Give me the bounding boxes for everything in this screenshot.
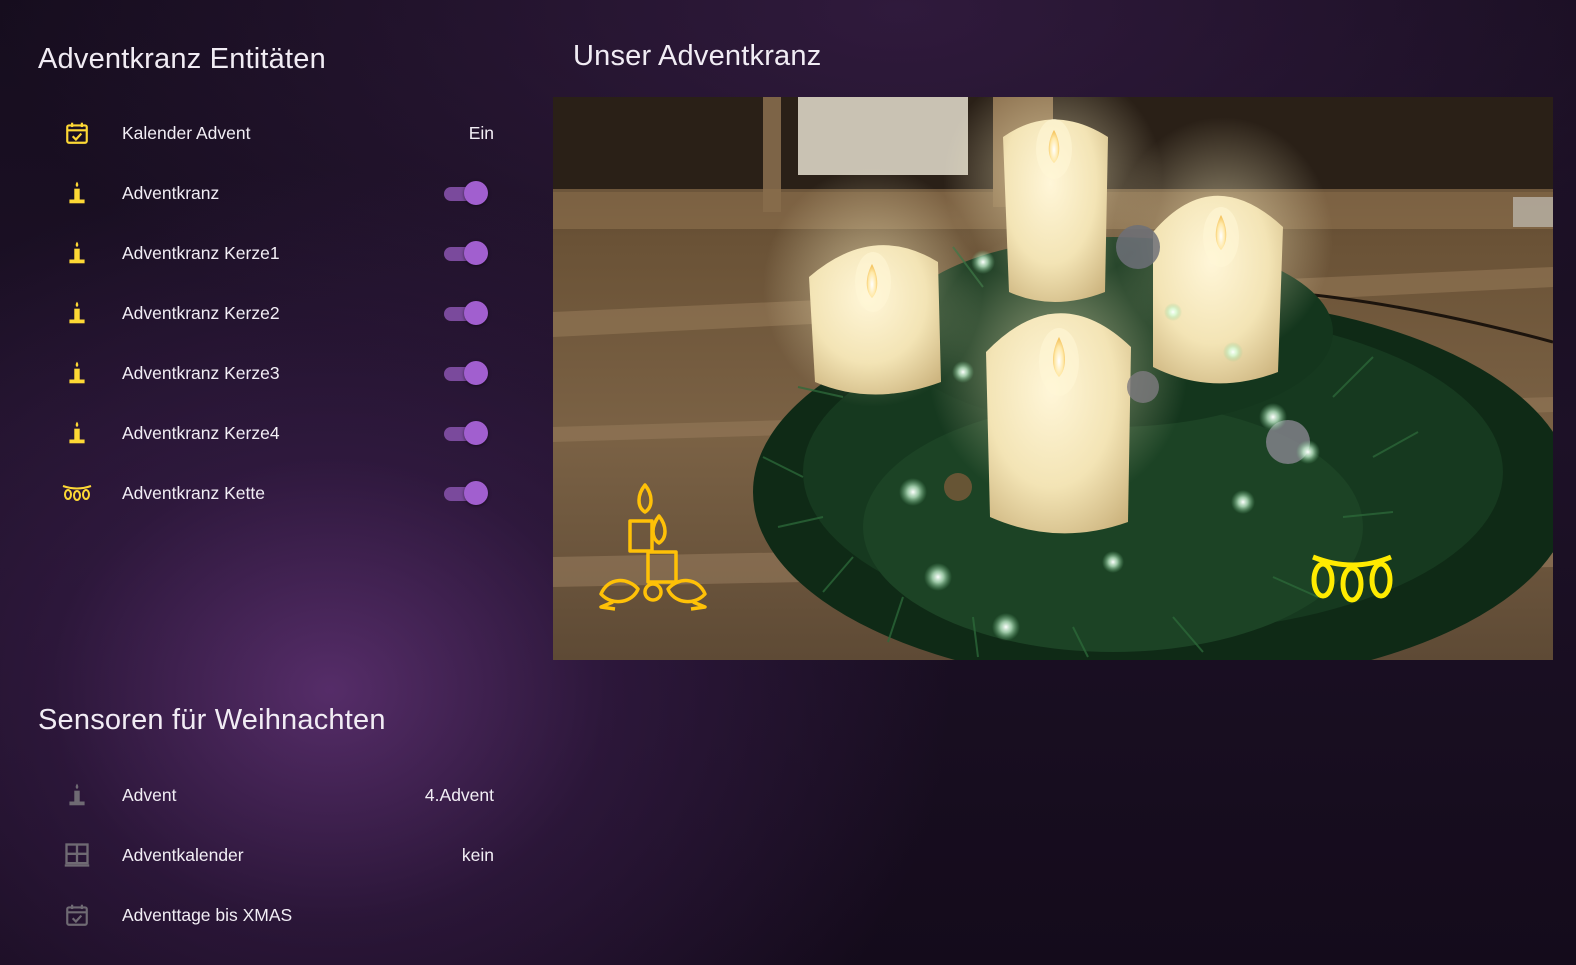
- sensor-state: kein: [461, 844, 494, 865]
- advent-wreath-picture[interactable]: [553, 97, 1553, 660]
- sensors-card-title: Sensoren für Weihnachten: [38, 704, 386, 736]
- kerze4-toggle[interactable]: [442, 421, 488, 445]
- entities-card-title: Adventkranz Entitäten: [38, 43, 326, 75]
- entity-row-kerze3[interactable]: Adventkranz Kerze3: [54, 343, 504, 403]
- entity-row-kerze4[interactable]: Adventkranz Kerze4: [54, 403, 504, 463]
- sensor-row-advent[interactable]: Advent 4.Advent: [54, 765, 504, 825]
- kerze2-toggle[interactable]: [442, 301, 488, 325]
- candle-icon: [54, 358, 100, 388]
- entity-row-kerze2[interactable]: Adventkranz Kerze2: [54, 283, 504, 343]
- sensors-list: Advent 4.Advent Adventkalender kein Adve…: [54, 765, 504, 945]
- sensor-row-adventkalender[interactable]: Adventkalender kein: [54, 825, 504, 885]
- sensor-name: Adventtage bis XMAS: [122, 904, 293, 925]
- string-lights-icon: [54, 478, 100, 508]
- sensor-name: Advent: [122, 784, 177, 805]
- sensor-row-adventtage[interactable]: Adventtage bis XMAS: [54, 885, 504, 945]
- sensor-name: Adventkalender: [122, 844, 244, 865]
- candle-icon: [54, 178, 100, 208]
- entities-list: Kalender Advent Ein Adventkranz Adventkr…: [54, 103, 504, 523]
- picture-card-title: Unser Adventkranz: [573, 40, 822, 72]
- entity-name: Adventkranz Kerze3: [122, 362, 280, 383]
- entity-row-kette[interactable]: Adventkranz Kette: [54, 463, 504, 523]
- entity-name: Adventkranz Kerze2: [122, 302, 280, 323]
- window-grid-icon: [54, 840, 100, 870]
- entity-name: Adventkranz: [122, 182, 220, 203]
- sensor-state: 4.Advent: [424, 784, 494, 805]
- candle-icon: [54, 298, 100, 328]
- candle-icon: [54, 238, 100, 268]
- entity-row-kerze1[interactable]: Adventkranz Kerze1: [54, 223, 504, 283]
- candle-icon: [54, 418, 100, 448]
- candle-icon: [54, 780, 100, 810]
- entity-name: Adventkranz Kette: [122, 482, 265, 503]
- kerze1-toggle[interactable]: [442, 241, 488, 265]
- entity-row-kalender-advent[interactable]: Kalender Advent Ein: [54, 103, 504, 163]
- entity-state: Ein: [468, 122, 494, 143]
- entity-name: Adventkranz Kerze1: [122, 242, 280, 263]
- calendar-check-icon: [54, 900, 100, 930]
- entity-name: Adventkranz Kerze4: [122, 422, 280, 443]
- adventkranz-toggle[interactable]: [442, 181, 488, 205]
- advent-wreath-photo: [553, 97, 1553, 660]
- entity-name: Kalender Advent: [122, 122, 251, 143]
- calendar-check-icon: [54, 118, 100, 148]
- kette-toggle[interactable]: [442, 481, 488, 505]
- entity-row-adventkranz[interactable]: Adventkranz: [54, 163, 504, 223]
- kerze3-toggle[interactable]: [442, 361, 488, 385]
